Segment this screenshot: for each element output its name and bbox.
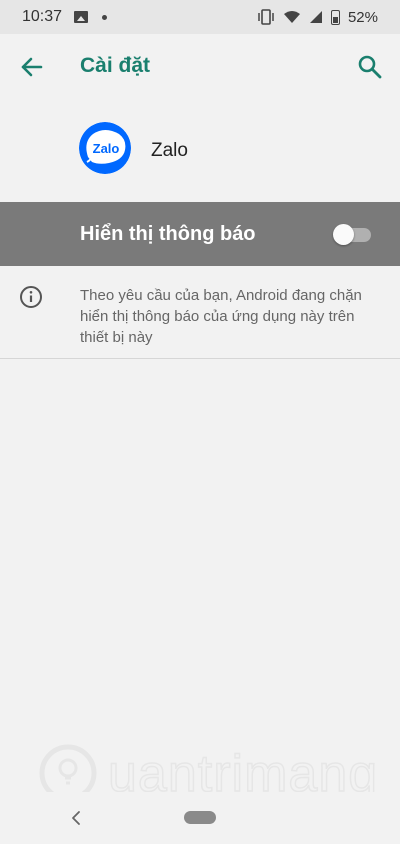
battery-percent: 52%	[347, 8, 378, 26]
nav-back-icon[interactable]	[67, 808, 85, 828]
nav-home-pill[interactable]	[184, 811, 216, 824]
show-notifications-row[interactable]: Hiển thị thông báo	[0, 202, 400, 266]
app-header: Zalo Zalo	[0, 100, 400, 202]
info-icon	[20, 286, 42, 308]
battery-icon	[330, 9, 340, 25]
signal-icon	[309, 11, 322, 23]
dot-icon	[102, 14, 108, 20]
zalo-logo: Zalo	[79, 122, 131, 174]
image-icon	[74, 11, 89, 23]
search-icon[interactable]	[356, 53, 384, 81]
info-text: Theo yêu cầu của bạn, Android đang chặn …	[80, 287, 362, 346]
page-title: Cài đặt	[80, 54, 151, 77]
show-notifications-label: Hiển thị thông báo	[80, 223, 256, 245]
status-time: 10:37	[22, 8, 63, 25]
vibrate-icon	[258, 9, 274, 25]
arrow-left-icon[interactable]	[18, 53, 46, 81]
app-bar: Cài đặt	[0, 34, 400, 100]
zalo-logo-text: Zalo	[93, 141, 120, 156]
app-name: Zalo	[151, 140, 188, 161]
show-notifications-switch[interactable]	[333, 224, 371, 245]
switch-thumb	[333, 224, 354, 245]
wifi-icon	[283, 11, 300, 23]
info-row: Theo yêu cầu của bạn, Android đang chặn …	[0, 266, 400, 359]
navigation-bar	[0, 792, 400, 844]
status-bar: 10:37 52%	[0, 0, 400, 34]
